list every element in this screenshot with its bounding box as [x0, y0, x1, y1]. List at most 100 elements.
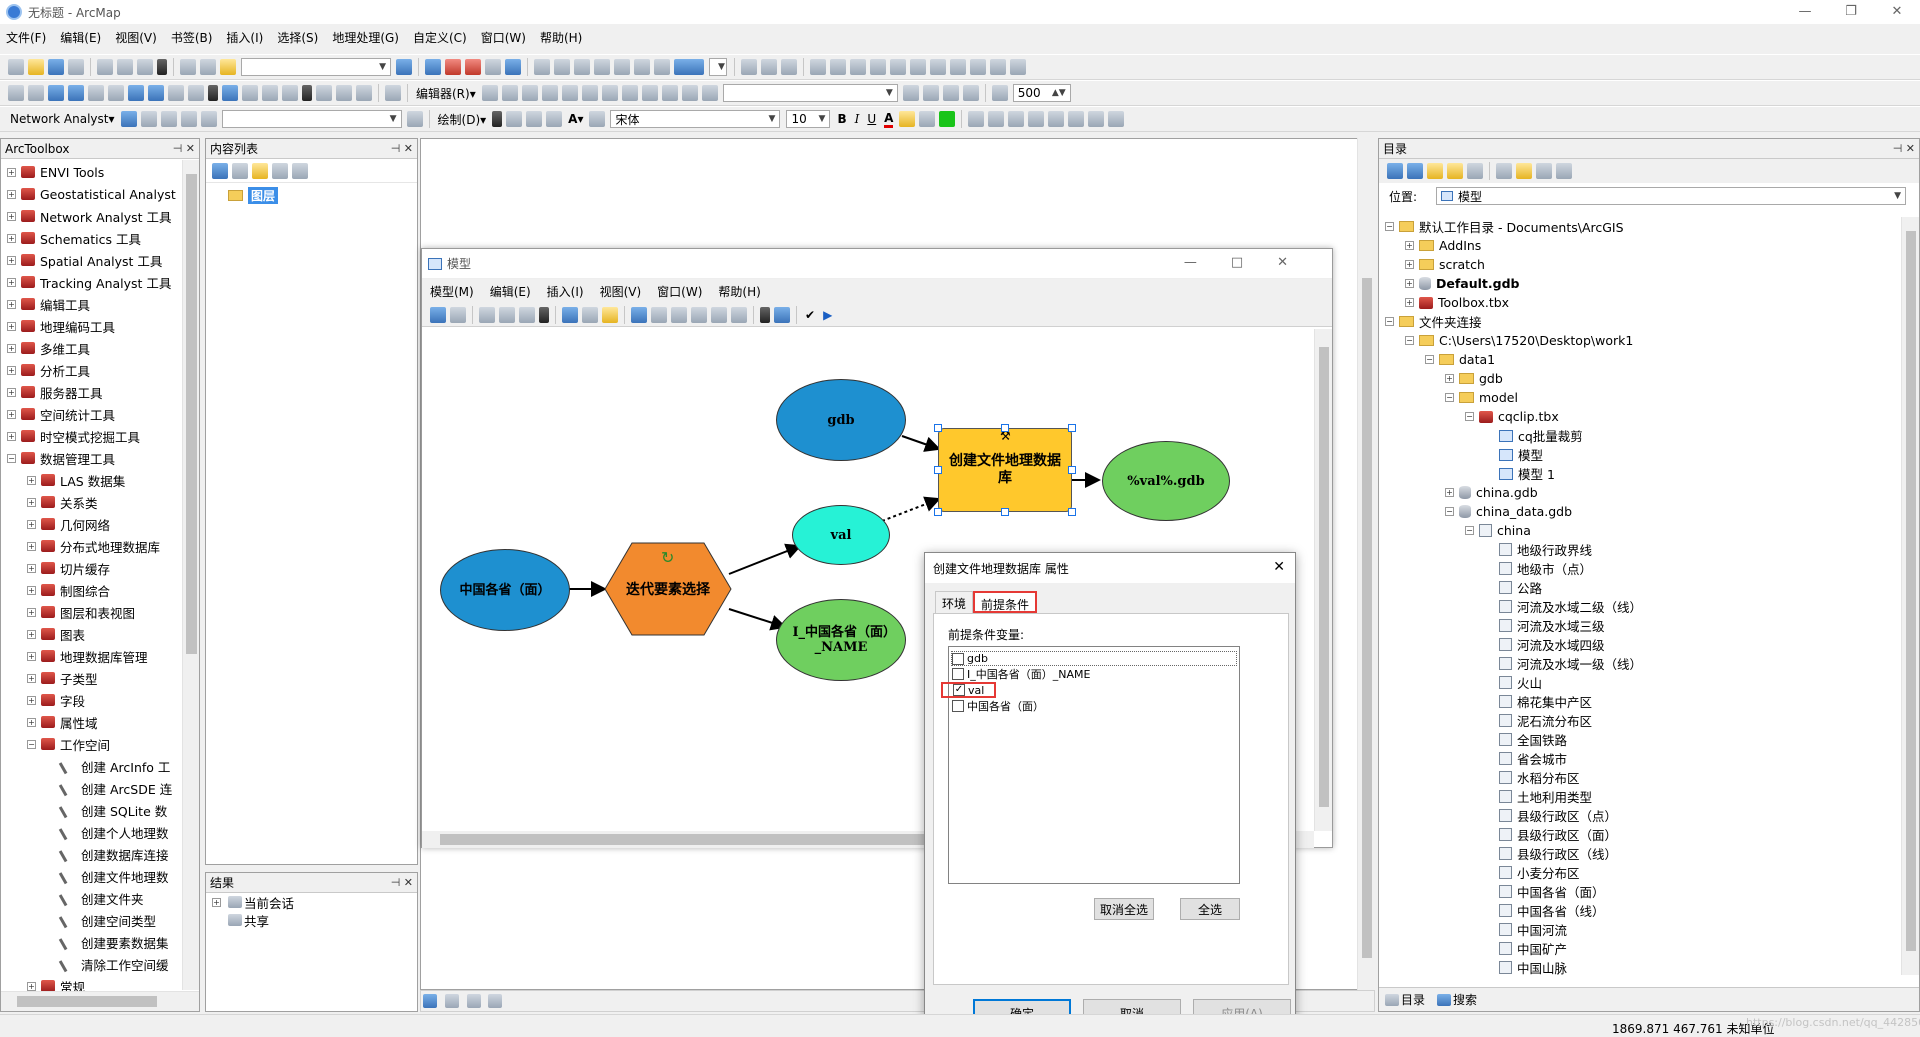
undo-icon[interactable]: [180, 59, 196, 75]
catalog-item[interactable]: 县级行政区（点）: [1385, 806, 1899, 825]
node-china-provinces[interactable]: 中国各省（面）: [440, 549, 570, 631]
catalog-item[interactable]: − model: [1385, 388, 1899, 407]
expand-icon[interactable]: +: [1405, 241, 1414, 250]
print-icon[interactable]: [68, 59, 84, 75]
catalog-item[interactable]: 棉花集中产区: [1385, 692, 1899, 711]
toolbox-item[interactable]: − 数据管理工具: [7, 447, 181, 469]
precondition-gdb[interactable]: gdb: [951, 651, 1237, 666]
precondition-china-prov-checkbox[interactable]: [952, 700, 964, 712]
layout-tool-icon-8[interactable]: [1048, 111, 1065, 127]
color-dropdown[interactable]: ▼: [709, 58, 727, 76]
menu-file[interactable]: 文件(F): [6, 29, 46, 46]
catalog-item[interactable]: − data1: [1385, 350, 1899, 369]
back-icon[interactable]: [128, 85, 144, 101]
catalog-item[interactable]: 县级行政区（面）: [1385, 825, 1899, 844]
rotate-icon[interactable]: [506, 111, 523, 127]
toolbox-item[interactable]: + LAS 数据集: [7, 469, 181, 491]
editor-toolbar-icon[interactable]: [396, 59, 412, 75]
edit-tool-icon[interactable]: [481, 85, 498, 101]
expand-icon[interactable]: +: [7, 321, 16, 331]
layout-tool-icon-7[interactable]: [1028, 111, 1045, 127]
fill-color-icon[interactable]: [899, 111, 916, 127]
catalog-item[interactable]: − china_data.gdb: [1385, 502, 1899, 521]
network-window-icon[interactable]: [120, 111, 137, 127]
full-extent-icon[interactable]: [68, 85, 84, 101]
expand-icon[interactable]: +: [1445, 488, 1454, 497]
fixed-zoom-out-icon[interactable]: [108, 85, 124, 101]
connect-icon[interactable]: [774, 306, 790, 323]
catalog-item[interactable]: 河流及水域四级: [1385, 635, 1899, 654]
select-elements-icon-2[interactable]: [492, 111, 503, 127]
expand-icon[interactable]: −: [27, 739, 36, 749]
delete-icon[interactable]: [539, 306, 549, 323]
snap-tool-icon[interactable]: [810, 59, 826, 75]
precondition-gdb-checkbox[interactable]: [952, 652, 964, 665]
options-icon[interactable]: [1556, 163, 1572, 179]
na-tool-icon-3[interactable]: [180, 111, 197, 127]
editor-menu[interactable]: 编辑器(R)▾: [416, 85, 476, 102]
catalog-item[interactable]: 水稻分布区: [1385, 768, 1899, 787]
paste-icon[interactable]: [519, 306, 535, 323]
layout-tool-icon-11[interactable]: [1108, 111, 1125, 127]
node-output-gdb[interactable]: %val%.gdb: [1102, 441, 1230, 521]
toolbox-item[interactable]: + 地理数据库管理: [7, 645, 181, 667]
menu-selection[interactable]: 选择(S): [277, 29, 318, 46]
na-tool-icon-2[interactable]: [160, 111, 177, 127]
toolbox-item[interactable]: + 属性域: [7, 711, 181, 733]
menu-geoprocessing[interactable]: 地理处理(G): [332, 29, 399, 46]
toolbox-item[interactable]: + 字段: [7, 689, 181, 711]
cut-icon[interactable]: [97, 59, 113, 75]
tab-catalog[interactable]: 目录: [1383, 991, 1425, 1008]
data-view-icon[interactable]: [423, 994, 437, 1008]
expand-icon[interactable]: +: [1405, 279, 1414, 288]
list-by-drawing-order-icon[interactable]: [212, 162, 228, 179]
catalog-item[interactable]: + Toolbox.tbx: [1385, 293, 1899, 312]
underline-button[interactable]: U: [867, 112, 876, 126]
node-gdb[interactable]: gdb: [776, 379, 906, 461]
expand-icon[interactable]: +: [1445, 374, 1454, 383]
catalog-item[interactable]: − 默认工作目录 - Documents\ArcGIS: [1385, 217, 1899, 236]
effects-icon-4[interactable]: [962, 85, 979, 101]
new-text-icon[interactable]: A▾: [568, 112, 583, 126]
font-combo[interactable]: 宋体 ▼: [610, 110, 781, 128]
arctoolbox-scrollbar[interactable]: [182, 160, 199, 990]
expand-icon[interactable]: +: [27, 651, 36, 661]
catalog-item[interactable]: 模型: [1385, 445, 1899, 464]
pin-close-icon[interactable]: ⊣ ✕: [173, 142, 195, 155]
marker-color-icon[interactable]: [939, 111, 956, 127]
layout-tool-icon-2[interactable]: [634, 59, 650, 75]
reference-scale-icon[interactable]: [991, 85, 1008, 101]
toolbox-item[interactable]: + 子类型: [7, 667, 181, 689]
results-item-shared[interactable]: 共享: [206, 911, 417, 929]
arctoolbox-icon[interactable]: [465, 59, 481, 75]
na-tool-icon-5[interactable]: [406, 111, 423, 127]
toolbox-item[interactable]: + Spatial Analyst 工具: [7, 249, 181, 271]
catalog-item[interactable]: 中国河流: [1385, 920, 1899, 939]
line-color-icon[interactable]: [919, 111, 936, 127]
expand-icon[interactable]: −: [1445, 507, 1454, 516]
draw-menu[interactable]: 绘制(D)▾: [438, 111, 487, 128]
snap-tool-icon-4[interactable]: [870, 59, 886, 75]
menu-help[interactable]: 帮助(H): [540, 29, 582, 46]
expand-icon[interactable]: −: [1385, 317, 1394, 326]
snap-tool-icon-6[interactable]: [910, 59, 926, 75]
expand-icon[interactable]: −: [1445, 393, 1454, 402]
precondition-china-prov[interactable]: 中国各省（面）: [952, 698, 1236, 714]
network-analyst-menu[interactable]: Network Analyst▾: [10, 112, 115, 126]
zoom-in-icon[interactable]: [8, 85, 24, 101]
expand-icon[interactable]: +: [1405, 298, 1414, 307]
expand-icon[interactable]: +: [27, 981, 36, 991]
toolbox-item[interactable]: + 制图综合: [7, 579, 181, 601]
toolbox-item[interactable]: + 常规: [7, 975, 181, 991]
graphics-tool-icon-2[interactable]: [761, 59, 777, 75]
delete-icon[interactable]: [157, 59, 167, 75]
snap-tool-icon-3[interactable]: [850, 59, 866, 75]
expand-icon[interactable]: +: [27, 673, 36, 683]
back-icon[interactable]: [1387, 163, 1403, 179]
select-features-icon[interactable]: [168, 85, 184, 101]
toolbox-item[interactable]: + 空间统计工具: [7, 403, 181, 425]
expand-icon[interactable]: +: [27, 717, 36, 727]
model-vscroll[interactable]: [1314, 329, 1332, 831]
html-popup-icon[interactable]: [262, 85, 278, 101]
edit-vertices-icon[interactable]: [589, 111, 606, 127]
